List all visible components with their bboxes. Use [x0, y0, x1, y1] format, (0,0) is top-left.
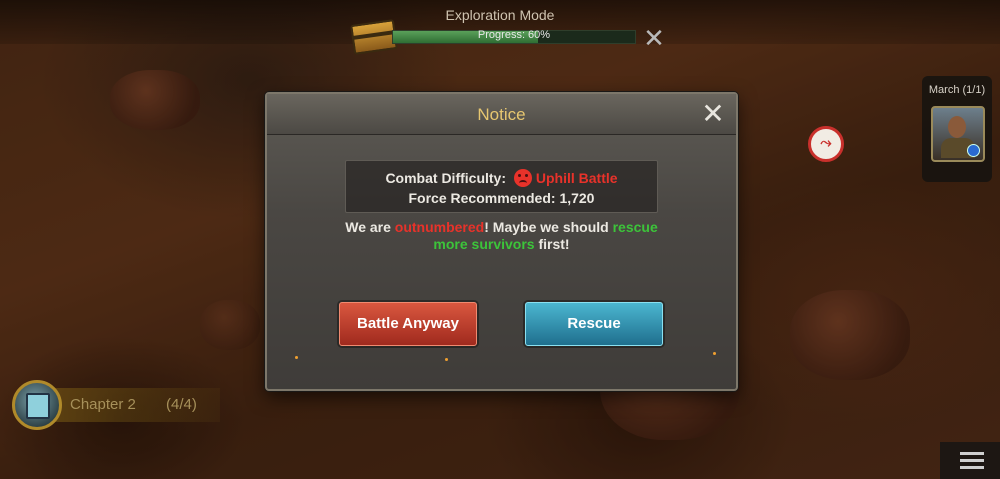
message-text: We are [345, 219, 395, 235]
force-value: 1,720 [559, 190, 595, 206]
message-text: first! [534, 236, 570, 252]
chapter-name: Chapter 2 [70, 396, 136, 413]
difficulty-value: Uphill Battle [535, 170, 618, 186]
dialog-message: We are outnumbered! Maybe we should resc… [327, 219, 676, 253]
spark-decoration [445, 358, 448, 361]
difficulty-label: Combat Difficulty: [385, 170, 506, 186]
hero-portrait[interactable] [931, 106, 985, 162]
sad-face-icon [513, 169, 532, 187]
chest-icon[interactable] [350, 19, 398, 55]
chapter-book-icon[interactable] [12, 380, 62, 430]
top-bar: Exploration Mode Progress: 60% ✕ [0, 0, 1000, 55]
message-highlight-red: outnumbered [394, 219, 485, 235]
force-line: Force Recommended: 1,720 [346, 190, 657, 206]
spark-decoration [713, 352, 716, 355]
march-label: March (1/1) [928, 84, 986, 96]
mode-title: Exploration Mode [445, 7, 555, 23]
chapter-count: (4/4) [166, 396, 197, 413]
battle-anyway-button[interactable]: Battle Anyway [339, 302, 477, 346]
force-label: Force Recommended: [408, 190, 556, 206]
notice-dialog: Notice ✕ Combat Difficulty: Uphill Battl… [265, 92, 738, 391]
march-panel: March (1/1) [922, 76, 992, 182]
message-text: ! Maybe we should [484, 219, 613, 235]
difficulty-line: Combat Difficulty: Uphill Battle [346, 169, 657, 187]
combat-info-box: Combat Difficulty: Uphill Battle Force R… [345, 160, 658, 213]
close-icon[interactable]: ✕ [699, 100, 727, 128]
dialog-title: Notice [477, 105, 526, 124]
map-marker-icon[interactable]: ⤳ [808, 126, 844, 162]
rescue-button[interactable]: Rescue [525, 302, 663, 346]
rank-badge-icon [967, 144, 980, 157]
menu-icon[interactable] [940, 442, 1000, 479]
spark-decoration [295, 356, 298, 359]
dialog-header: Notice ✕ [267, 94, 736, 135]
progress-text: Progress: 60% [477, 29, 551, 41]
close-icon[interactable]: ✕ [640, 24, 668, 52]
hero-head [948, 116, 966, 138]
